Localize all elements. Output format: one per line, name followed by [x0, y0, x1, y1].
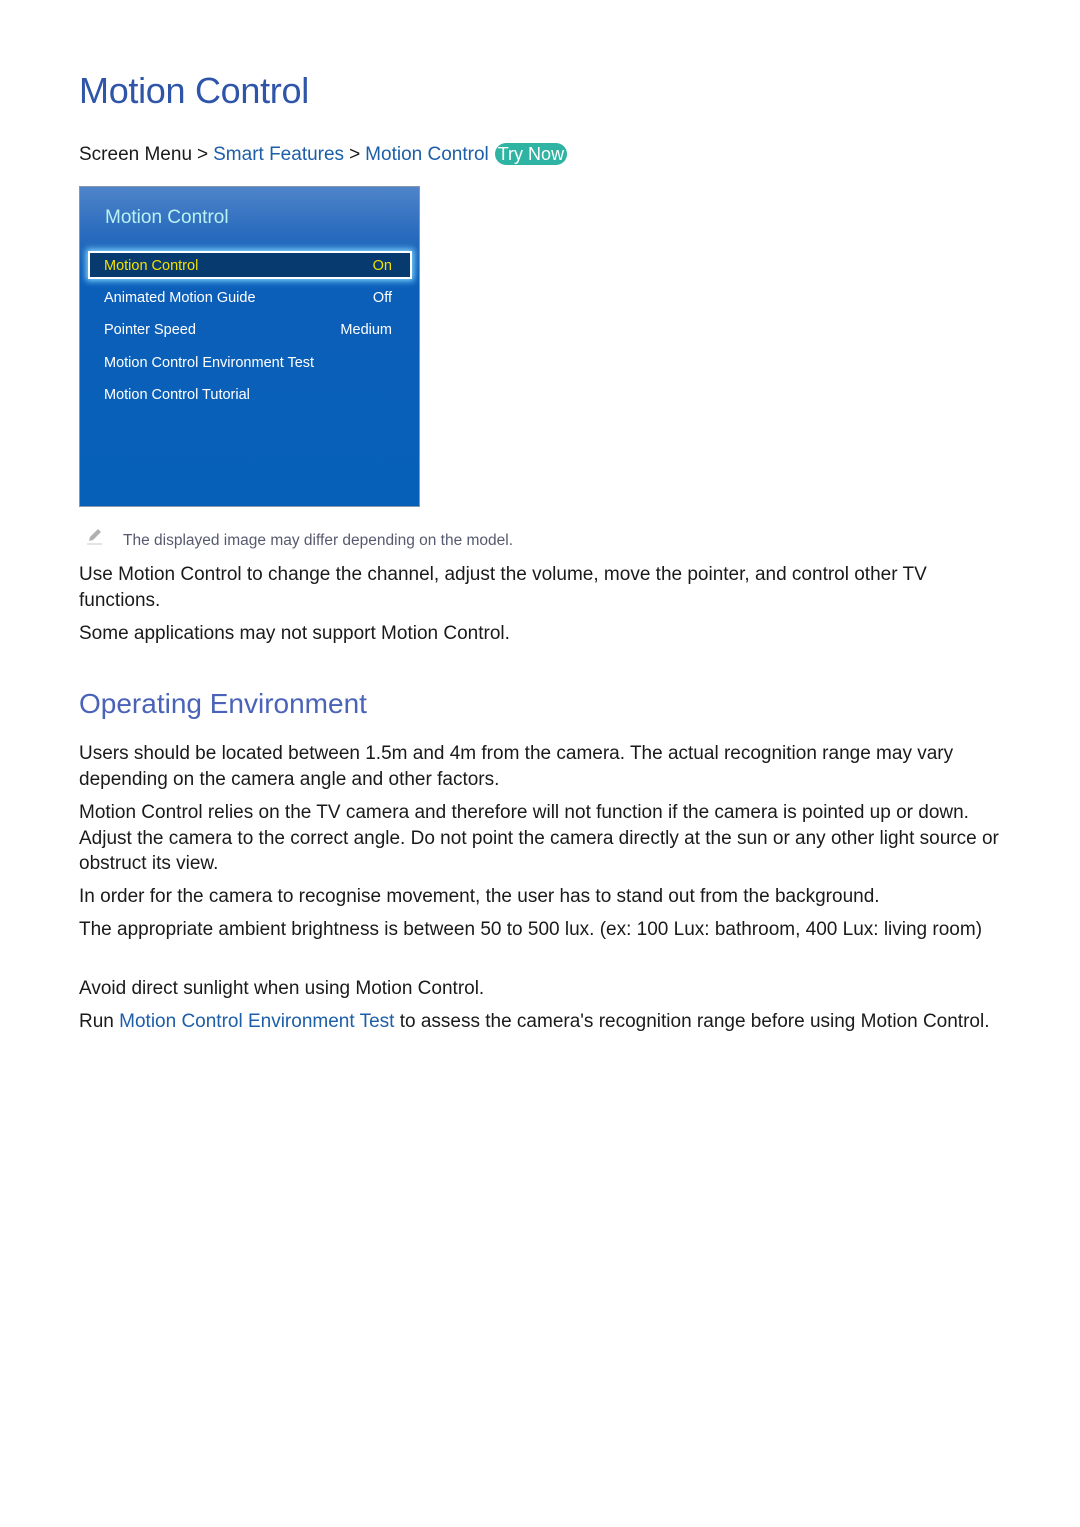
body-paragraph: Motion Control relies on the TV camera a… [79, 802, 999, 874]
try-now-button[interactable]: Try Now [494, 143, 568, 165]
tv-menu-screenshot: Motion Control Motion Control On Animate… [79, 186, 420, 507]
note: The displayed image may differ depending… [86, 527, 513, 550]
note-text: The displayed image may differ depending… [123, 532, 514, 549]
intro-paragraph: Some applications may not support Motion… [79, 623, 510, 644]
tv-menu-item-motion-control: Motion Control On [88, 251, 412, 279]
tv-menu-item-animated-motion-guide: Animated Motion Guide Off [104, 285, 394, 311]
tv-menu-item-label: Motion Control Tutorial [104, 387, 250, 403]
tv-menu-item-value: Medium [340, 322, 392, 338]
breadcrumb-separator: > [197, 144, 209, 165]
tv-menu-title: Motion Control [105, 207, 229, 228]
tv-menu-item-pointer-speed: Pointer Speed Medium [104, 317, 394, 343]
tv-menu-item-tutorial: Motion Control Tutorial [104, 382, 394, 408]
breadcrumb-separator: > [349, 144, 361, 165]
breadcrumb-smart-features-link[interactable]: Smart Features [213, 144, 344, 165]
body-paragraph: Users should be located between 1.5m and… [79, 743, 954, 790]
tv-menu-item-environment-test: Motion Control Environment Test [104, 350, 394, 376]
intro-paragraph: Use Motion Control to change the channel… [79, 564, 927, 611]
breadcrumb-motion-control-link[interactable]: Motion Control [365, 144, 489, 165]
tv-menu-item-label: Pointer Speed [104, 322, 196, 338]
breadcrumb: Screen Menu > Smart Features > Motion Contro… [79, 143, 568, 166]
body-paragraph: In order for the camera to recognise mov… [79, 886, 880, 907]
pencil-icon [86, 527, 106, 550]
body-paragraph: Run Motion Control Environment Test to a… [79, 1009, 1009, 1035]
tv-menu-item-label: Motion Control Environment Test [104, 355, 315, 371]
tv-menu-item-label: Animated Motion Guide [104, 290, 256, 306]
tv-menu-item-value: On [372, 258, 392, 274]
paragraph-text: to assess the camera's recognition range… [394, 1011, 990, 1032]
paragraph-text: Run [79, 1011, 120, 1032]
tv-menu-item-label: Motion Control [104, 258, 199, 274]
section-heading: Operating Environment [79, 688, 367, 719]
page-title: Motion Control [79, 70, 309, 111]
body-paragraph: The appropriate ambient brightness is be… [79, 919, 983, 940]
body-paragraph: Avoid direct sunlight when using Motion … [79, 978, 485, 999]
breadcrumb-root: Screen Menu [79, 144, 193, 165]
tv-menu-item-value: Off [372, 290, 392, 306]
environment-test-link[interactable]: Motion Control Environment Test [119, 1011, 394, 1032]
